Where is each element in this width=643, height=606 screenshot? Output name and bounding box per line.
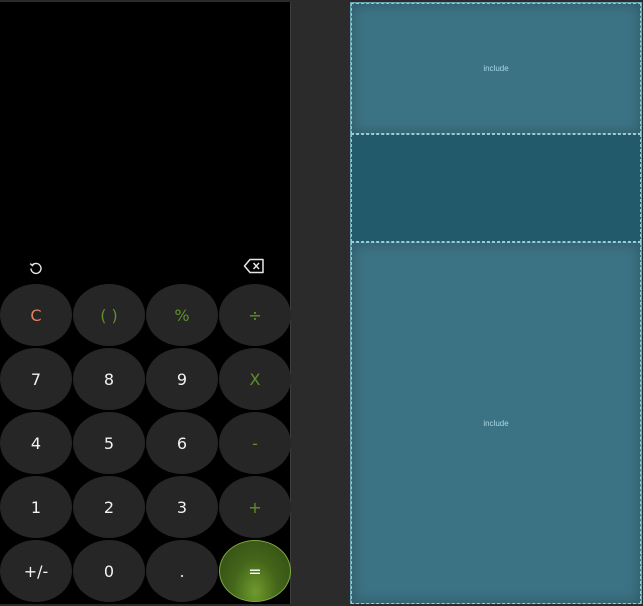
layout-block-middle[interactable] — [351, 134, 641, 242]
include-block-top[interactable]: include — [351, 3, 641, 134]
backspace-icon — [243, 258, 264, 274]
include-block-bottom[interactable]: include — [351, 242, 641, 604]
digit-8-key[interactable]: 8 — [73, 348, 145, 410]
digit-2-key[interactable]: 2 — [73, 476, 145, 538]
sign-toggle-key[interactable]: +/- — [0, 540, 72, 602]
design-preview: C( )% ÷ 7 8 9 X 4 5 6- 1 2 3 + +/- 0. = — [0, 2, 291, 604]
blueprint-view: include include — [350, 2, 642, 604]
digit-3-key[interactable]: 3 — [146, 476, 218, 538]
subtract-key[interactable]: - — [219, 412, 291, 474]
history-icon — [29, 262, 42, 275]
backspace-button[interactable] — [242, 255, 266, 277]
equals-key[interactable]: = — [219, 540, 291, 602]
digit-4-key[interactable]: 4 — [0, 412, 72, 474]
add-key[interactable]: + — [219, 476, 291, 538]
include-label-top: include — [483, 64, 509, 73]
decimal-key[interactable]: . — [146, 540, 218, 602]
clear-key[interactable]: C — [0, 284, 72, 346]
digit-1-key[interactable]: 1 — [0, 476, 72, 538]
digit-0-key[interactable]: 0 — [73, 540, 145, 602]
divide-key[interactable]: ÷ — [219, 284, 291, 346]
digit-5-key[interactable]: 5 — [73, 412, 145, 474]
history-button[interactable] — [24, 257, 48, 279]
multiply-key[interactable]: X — [219, 348, 291, 410]
digit-9-key[interactable]: 9 — [146, 348, 218, 410]
keypad: C( )% ÷ 7 8 9 X 4 5 6- 1 2 3 + +/- 0. = — [0, 284, 291, 604]
include-label-bottom: include — [483, 418, 509, 428]
parentheses-key[interactable]: ( ) — [73, 284, 145, 346]
digit-7-key[interactable]: 7 — [0, 348, 72, 410]
digit-6-key[interactable]: 6 — [146, 412, 218, 474]
percent-key[interactable]: % — [146, 284, 218, 346]
